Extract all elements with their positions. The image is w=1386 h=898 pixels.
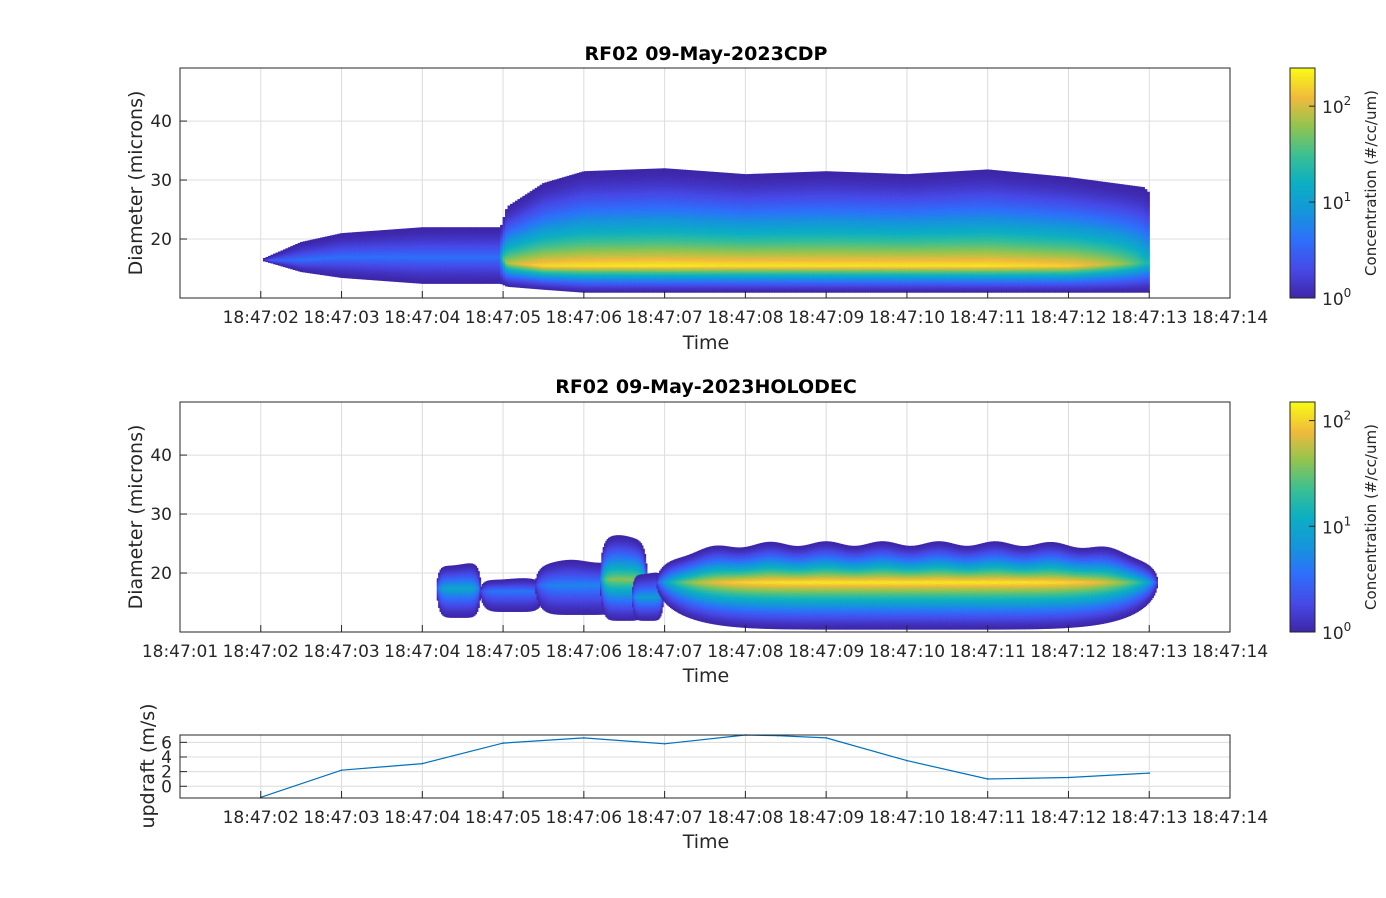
cdp-contour	[263, 168, 1150, 292]
cdp-panel: RF02 09-May-2023CDP 203040 18:47:02 18:47…	[125, 43, 1380, 354]
cdp-title: RF02 09-May-2023CDP	[585, 43, 828, 65]
figure: RF02 09-May-2023CDP 203040 18:47:02 18:47…	[0, 0, 1386, 898]
